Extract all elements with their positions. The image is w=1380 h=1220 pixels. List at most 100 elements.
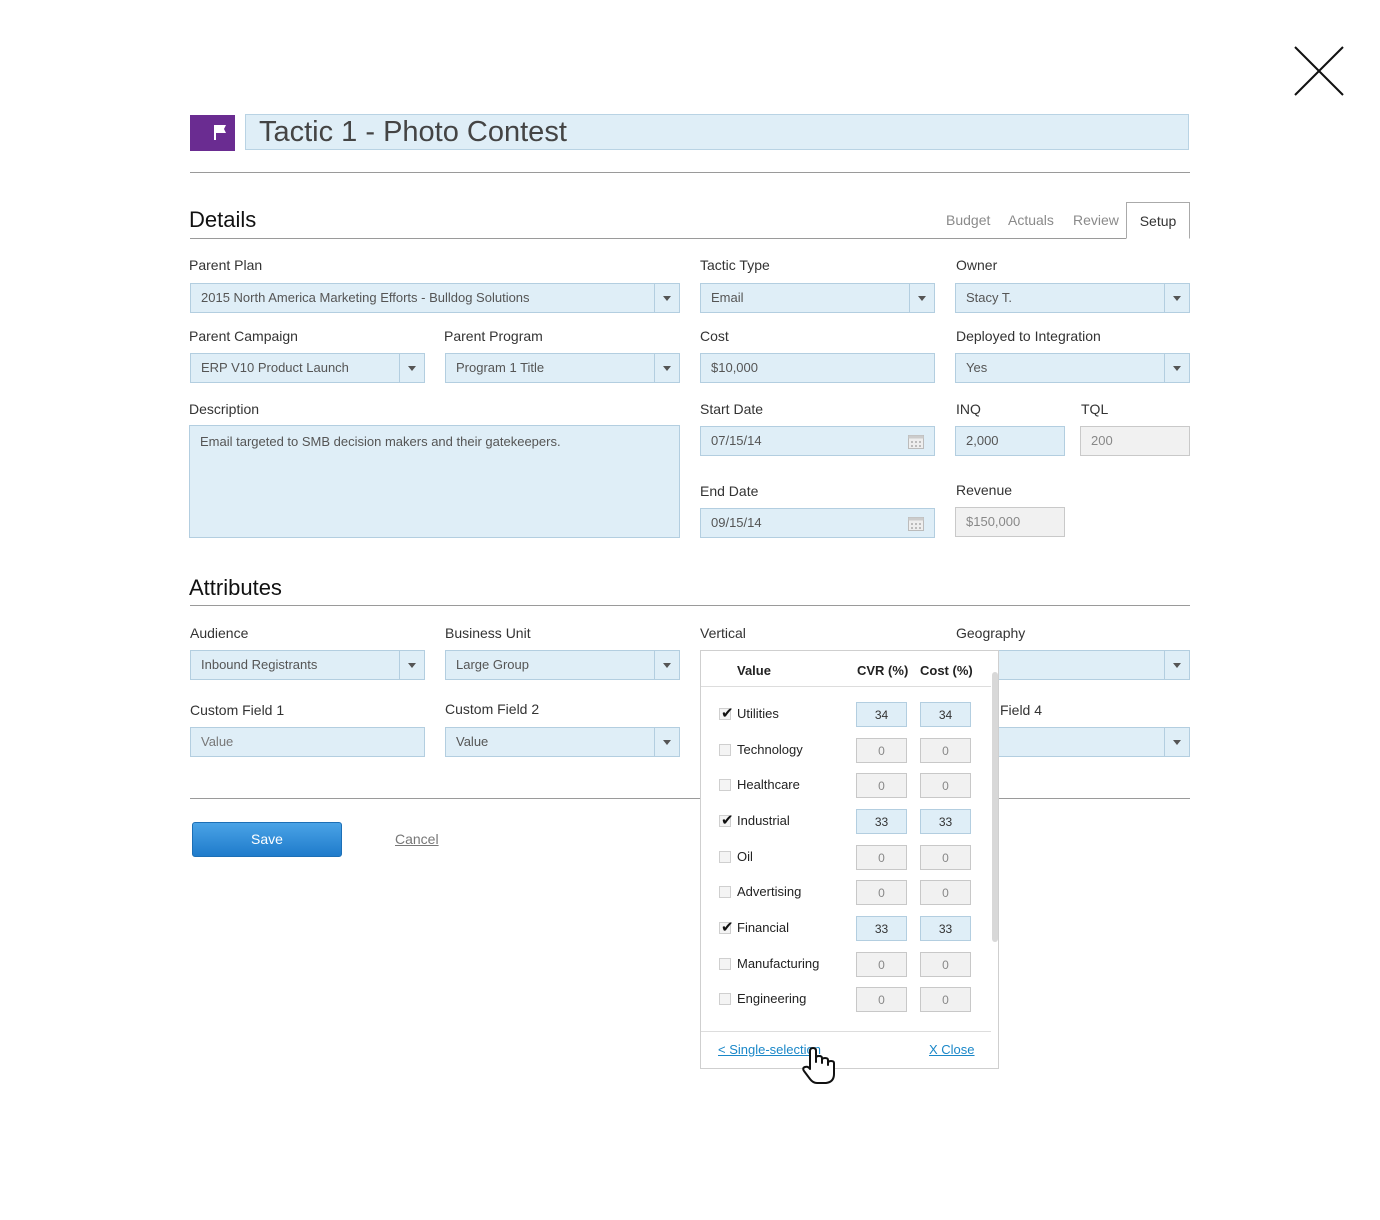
business-unit-dropdown[interactable]: Large Group — [445, 650, 680, 680]
parent-campaign-dropdown[interactable]: ERP V10 Product Launch — [190, 353, 425, 383]
calendar-icon[interactable] — [908, 434, 924, 449]
vertical-option-row: Manufacturing 0 0 — [701, 947, 991, 983]
chevron-down-icon[interactable] — [1164, 354, 1189, 382]
popup-scrollbar-thumb[interactable] — [992, 672, 998, 942]
tab-actuals[interactable]: Actuals — [1008, 212, 1054, 228]
start-date-label: Start Date — [700, 401, 764, 417]
divider — [701, 1031, 991, 1032]
option-checkbox[interactable]: ✔ — [719, 812, 734, 829]
start-date-input[interactable]: 07/15/14 — [700, 426, 935, 456]
vertical-option-row: ✔ Industrial 33 33 — [701, 804, 991, 840]
tactic-type-dropdown[interactable]: Email — [700, 283, 935, 313]
cvr-input[interactable]: 0 — [856, 738, 907, 763]
custom-field-1-input[interactable]: Value — [190, 727, 425, 757]
save-button[interactable]: Save — [192, 822, 342, 857]
option-checkbox[interactable]: ✔ — [719, 919, 734, 936]
tab-review[interactable]: Review — [1073, 212, 1119, 228]
cost-input[interactable]: 0 — [920, 952, 971, 977]
option-label: Advertising — [737, 884, 802, 899]
owner-label: Owner — [956, 257, 998, 273]
cvr-input[interactable]: 0 — [856, 845, 907, 870]
cost-input[interactable]: 34 — [920, 702, 971, 727]
chevron-down-icon[interactable] — [654, 284, 679, 312]
cancel-link[interactable]: Cancel — [395, 831, 439, 847]
calendar-icon[interactable] — [908, 516, 924, 531]
cvr-input[interactable]: 0 — [856, 880, 907, 905]
checkmark-icon: ✔ — [721, 705, 734, 722]
cvr-input[interactable]: 0 — [856, 987, 907, 1012]
option-checkbox[interactable] — [719, 958, 731, 970]
option-checkbox[interactable] — [719, 779, 731, 791]
cvr-input[interactable]: 33 — [856, 809, 907, 834]
close-icon[interactable] — [1293, 45, 1345, 97]
option-label: Industrial — [737, 813, 790, 828]
end-date-input[interactable]: 09/15/14 — [700, 508, 935, 538]
cost-input[interactable]: 0 — [920, 773, 971, 798]
tab-budget[interactable]: Budget — [946, 212, 990, 228]
cost-input[interactable]: 0 — [920, 738, 971, 763]
chevron-down-icon[interactable] — [399, 354, 424, 382]
cvr-input[interactable]: 0 — [856, 952, 907, 977]
vertical-option-row: ✔ Financial 33 33 — [701, 911, 991, 947]
option-label: Financial — [737, 920, 790, 935]
checkmark-icon: ✔ — [721, 919, 734, 936]
cvr-input[interactable]: 33 — [856, 916, 907, 941]
cost-input[interactable]: 33 — [920, 809, 971, 834]
cost-input[interactable]: $10,000 — [700, 353, 935, 383]
vertical-label: Vertical — [700, 625, 746, 641]
cost-input[interactable]: 0 — [920, 845, 971, 870]
option-label: Oil — [737, 849, 753, 864]
parent-plan-value: 2015 North America Marketing Efforts - B… — [201, 290, 530, 305]
geography-label: Geography — [956, 625, 1026, 641]
revenue-label: Revenue — [956, 482, 1013, 498]
cost-input[interactable]: 0 — [920, 880, 971, 905]
chevron-down-icon[interactable] — [1164, 651, 1189, 679]
deployed-dropdown[interactable]: Yes — [955, 353, 1190, 383]
custom-field-2-label: Custom Field 2 — [445, 701, 540, 717]
end-date-value: 09/15/14 — [711, 515, 762, 530]
option-checkbox[interactable] — [719, 744, 731, 756]
tactic-title-input[interactable]: Tactic 1 - Photo Contest — [245, 114, 1189, 150]
col-header-value: Value — [737, 663, 771, 678]
tab-setup[interactable]: Setup — [1126, 202, 1190, 239]
cvr-input[interactable]: 0 — [856, 773, 907, 798]
checkmark-icon: ✔ — [721, 812, 734, 829]
option-checkbox[interactable] — [719, 886, 731, 898]
owner-value: Stacy T. — [966, 290, 1013, 305]
parent-program-dropdown[interactable]: Program 1 Title — [445, 353, 680, 383]
description-label: Description — [189, 401, 260, 417]
vertical-multiselect-popup: Value CVR (%) Cost (%) ✔ Utilities 34 34 Tec… — [700, 650, 999, 1069]
chevron-down-icon[interactable] — [654, 728, 679, 756]
option-label: Utilities — [737, 706, 779, 721]
option-checkbox[interactable] — [719, 993, 731, 1005]
cvr-input[interactable]: 34 — [856, 702, 907, 727]
custom-field-2-value: Value — [456, 734, 489, 749]
cost-input[interactable]: 0 — [920, 987, 971, 1012]
parent-program-label: Parent Program — [444, 328, 543, 344]
inq-label: INQ — [956, 401, 981, 417]
start-date-value: 07/15/14 — [711, 433, 762, 448]
chevron-down-icon[interactable] — [1164, 284, 1189, 312]
chevron-down-icon[interactable] — [399, 651, 424, 679]
chevron-down-icon[interactable] — [909, 284, 934, 312]
cost-input[interactable]: 33 — [920, 916, 971, 941]
parent-plan-dropdown[interactable]: 2015 North America Marketing Efforts - B… — [190, 283, 680, 313]
vertical-option-row: Healthcare 0 0 — [701, 768, 991, 804]
description-textarea[interactable]: Email targeted to SMB decision makers an… — [189, 425, 680, 538]
chevron-down-icon[interactable] — [654, 651, 679, 679]
option-checkbox[interactable]: ✔ — [719, 705, 734, 722]
deployed-value: Yes — [966, 360, 988, 375]
flag-icon — [214, 125, 226, 140]
option-label: Manufacturing — [737, 956, 820, 971]
vertical-option-row: ✔ Utilities 34 34 — [701, 697, 991, 733]
option-checkbox[interactable] — [719, 851, 731, 863]
chevron-down-icon[interactable] — [1164, 728, 1189, 756]
audience-dropdown[interactable]: Inbound Registrants — [190, 650, 425, 680]
owner-dropdown[interactable]: Stacy T. — [955, 283, 1190, 313]
divider — [190, 172, 1190, 173]
popup-close-link[interactable]: X Close — [929, 1042, 975, 1057]
chevron-down-icon[interactable] — [654, 354, 679, 382]
custom-field-2-dropdown[interactable]: Value — [445, 727, 680, 757]
inq-input[interactable]: 2,000 — [955, 426, 1065, 456]
option-label: Engineering — [737, 991, 807, 1006]
